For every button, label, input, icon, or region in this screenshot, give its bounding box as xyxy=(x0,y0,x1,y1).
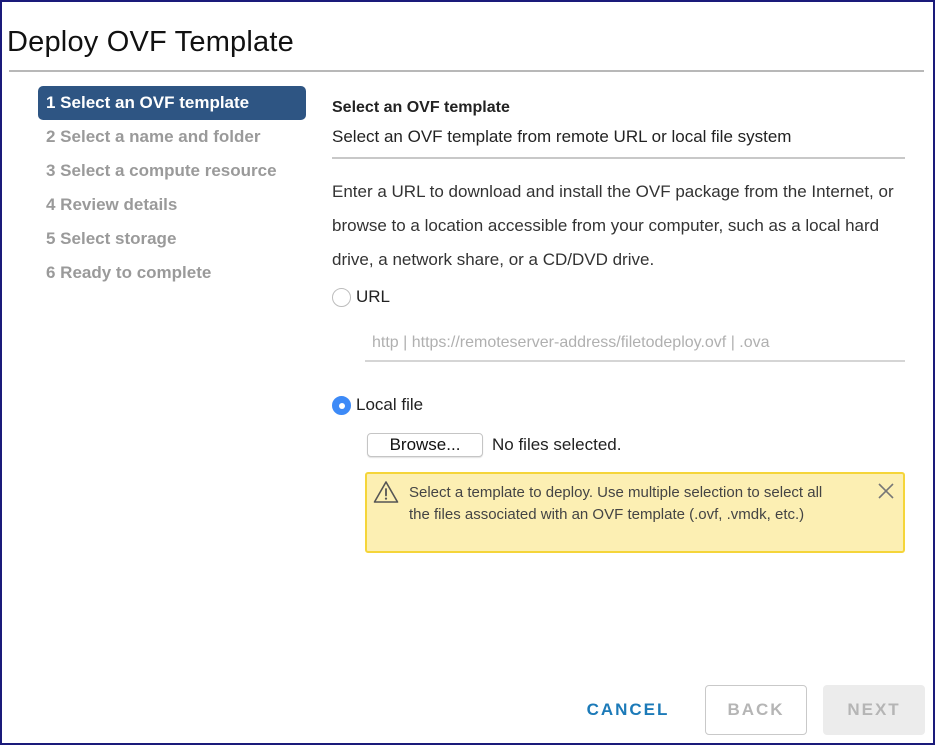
step-select-ovf-template[interactable]: 1 Select an OVF template xyxy=(38,86,306,120)
step-select-storage[interactable]: 5 Select storage xyxy=(38,222,306,256)
url-radio-label: URL xyxy=(356,287,391,306)
local-file-radio-label: Local file xyxy=(356,395,424,414)
back-button[interactable]: BACK xyxy=(705,685,807,735)
step-content: Select an OVF template Select an OVF tem… xyxy=(332,94,905,553)
url-input[interactable] xyxy=(365,326,905,362)
url-radio-button[interactable] xyxy=(332,287,351,307)
step-select-name-folder[interactable]: 2 Select a name and folder xyxy=(38,120,306,154)
dialog-title: Deploy OVF Template xyxy=(7,26,294,58)
wizard-steps: 1 Select an OVF template 2 Select a name… xyxy=(38,86,306,290)
step-select-compute-resource[interactable]: 3 Select a compute resource xyxy=(38,154,306,188)
alert-message: Select a template to deploy. Use multipl… xyxy=(409,484,823,523)
warning-alert: Select a template to deploy. Use multipl… xyxy=(365,472,905,553)
section-divider xyxy=(332,157,905,159)
url-radio-option[interactable]: URL xyxy=(332,284,390,310)
deploy-ovf-dialog: Deploy OVF Template 1 Select an OVF temp… xyxy=(0,0,935,745)
close-icon[interactable] xyxy=(877,482,895,500)
description-text: Enter a URL to download and install the … xyxy=(332,182,894,269)
local-file-radio-option[interactable]: Local file xyxy=(332,392,423,418)
browse-button[interactable]: Browse... xyxy=(367,433,483,457)
file-picker: Browse... No files selected. xyxy=(367,433,621,457)
cancel-button[interactable]: CANCEL xyxy=(577,685,679,735)
step-review-details[interactable]: 4 Review details xyxy=(38,188,306,222)
section-subtitle: Select an OVF template from remote URL o… xyxy=(332,127,792,146)
step-ready-to-complete[interactable]: 6 Ready to complete xyxy=(38,256,306,290)
next-button[interactable]: NEXT xyxy=(823,685,925,735)
section-title: Select an OVF template xyxy=(332,99,510,116)
warning-triangle-icon xyxy=(373,481,399,503)
local-file-radio-button[interactable] xyxy=(332,395,351,415)
title-divider xyxy=(9,70,924,72)
dialog-footer: CANCEL BACK NEXT xyxy=(2,685,935,735)
file-status: No files selected. xyxy=(492,435,622,454)
